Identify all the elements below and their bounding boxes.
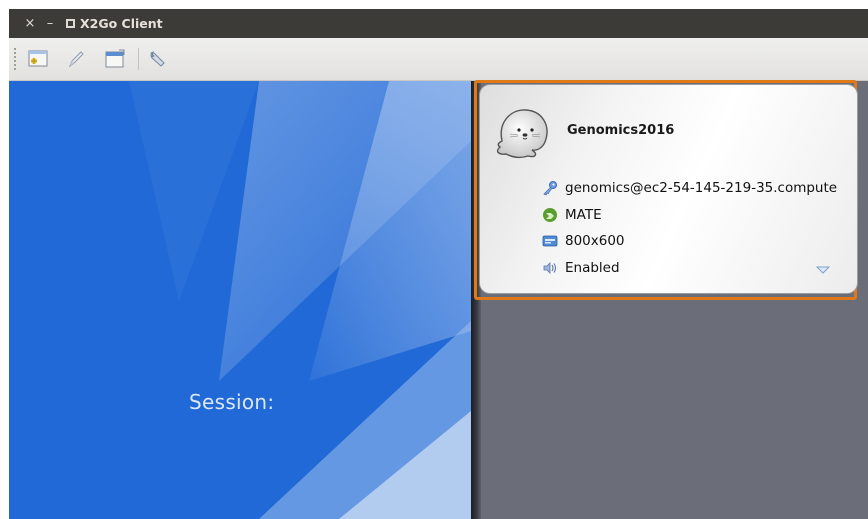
maximize-button[interactable]: [59, 9, 81, 38]
toolbar-separator: [138, 48, 139, 70]
session-resolution: 800x600: [565, 233, 625, 249]
close-button[interactable]: ×: [19, 9, 41, 38]
preferences-button[interactable]: [146, 47, 170, 71]
mate-desktop-icon: [542, 207, 558, 223]
key-icon: [542, 180, 558, 196]
login-panel: Session:: [9, 81, 471, 519]
session-server: genomics@ec2-54-145-219-35.compute: [565, 180, 838, 196]
toolbar-grip[interactable]: [13, 47, 17, 71]
session-desktop: MATE: [565, 207, 602, 223]
speaker-icon: [542, 260, 558, 276]
session-window-icon: [105, 49, 125, 68]
close-icon: ×: [24, 16, 36, 31]
edit-session-icon: [68, 51, 84, 68]
new-session-button[interactable]: [26, 47, 50, 71]
minimize-icon: –: [46, 16, 54, 31]
session-sound-row: Enabled: [542, 258, 620, 278]
minimize-button[interactable]: –: [39, 9, 61, 38]
new-session-icon: [28, 50, 48, 67]
session-desktop-row: MATE: [542, 205, 602, 225]
toolbar: [9, 38, 868, 81]
session-sound: Enabled: [565, 260, 620, 276]
display-icon: [542, 233, 558, 249]
session-card[interactable]: Genomics2016 genomics@ec2-54-145-219-35.…: [479, 84, 858, 294]
session-label: Session:: [189, 390, 275, 414]
window-title: X2Go Client: [80, 16, 163, 31]
session-window-button[interactable]: [103, 47, 127, 71]
login-background-art: [9, 81, 471, 519]
session-resolution-row: 800x600: [542, 231, 625, 251]
settings-wrench-icon: [150, 50, 165, 67]
session-server-row: genomics@ec2-54-145-219-35.compute: [542, 178, 837, 198]
expand-chevron-icon[interactable]: [816, 265, 830, 275]
session-name: Genomics2016: [567, 123, 675, 138]
edit-session-button[interactable]: [64, 47, 88, 71]
maximize-icon: [65, 19, 75, 28]
title-bar: × – X2Go Client: [9, 9, 868, 38]
session-avatar-icon: [496, 109, 548, 159]
